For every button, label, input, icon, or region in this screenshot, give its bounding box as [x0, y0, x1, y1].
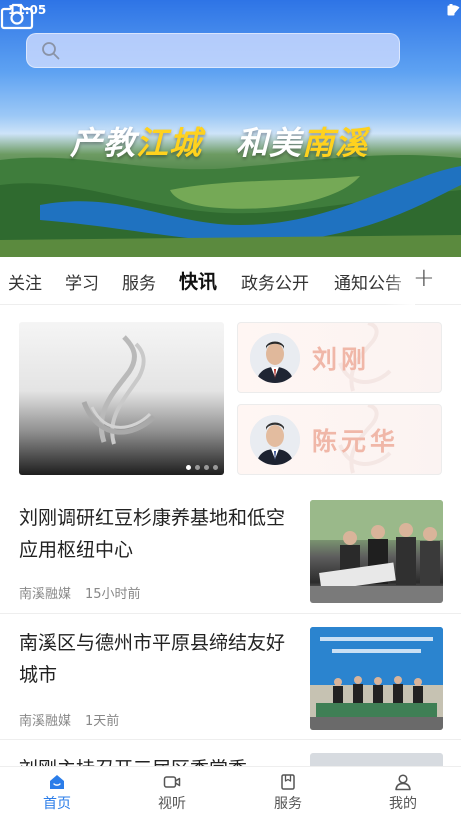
news-source: 南溪融媒	[19, 714, 72, 729]
nav-profile[interactable]: 我的	[363, 773, 443, 813]
news-thumbnail[interactable]	[310, 500, 443, 603]
nav-profile-label: 我的	[389, 796, 417, 812]
ribbon-logo-icon	[81, 335, 156, 445]
leader-section: 刘刚 陈元华	[0, 305, 461, 490]
nav-services[interactable]: 服务	[248, 773, 328, 813]
leader-name: 陈元华	[312, 427, 400, 456]
tab-zhengwu-gongkai[interactable]: 政务公开	[241, 269, 309, 294]
news-title[interactable]: 刘刚调研红豆杉康养基地和低空应用枢纽中心	[19, 502, 289, 566]
nav-home-label: 首页	[43, 796, 71, 812]
person-portrait-icon	[250, 415, 300, 465]
carousel-banner[interactable]	[19, 322, 224, 475]
news-source: 南溪融媒	[19, 587, 72, 602]
add-channel-icon[interactable]: +	[413, 263, 435, 293]
bookmark-icon	[281, 774, 295, 790]
video-icon	[163, 776, 181, 788]
news-thumbnail[interactable]	[310, 627, 443, 730]
news-photo-signing-ceremony	[310, 627, 443, 730]
tab-fade-overlay	[385, 257, 415, 305]
hero-slogan: 产教江城 和美南溪	[70, 118, 400, 168]
hero-banner[interactable]: 11:05 产教江城 和美南溪	[0, 0, 461, 257]
search-input[interactable]	[71, 38, 391, 64]
news-title[interactable]: 刘刚主持召开三届区委常委	[19, 753, 309, 766]
news-time: 1天前	[85, 714, 120, 729]
channel-tab-bar: 关注 学习 服务 快讯 政务公开 通知公告 +	[0, 257, 461, 305]
news-title[interactable]: 南溪区与德州市平原县缔结友好城市	[19, 627, 289, 691]
nav-video-label: 视听	[158, 796, 186, 812]
carousel-dot-active[interactable]	[186, 465, 191, 470]
news-thumbnail[interactable]	[310, 753, 443, 766]
leader-avatar	[250, 415, 300, 465]
news-photo-people	[310, 500, 443, 603]
search-bar[interactable]	[26, 33, 400, 68]
person-portrait-icon	[250, 333, 300, 383]
slogan-part-3: 和美	[236, 124, 303, 162]
news-meta: 南溪融媒 1天前	[19, 710, 119, 729]
home-icon	[50, 775, 64, 789]
news-item[interactable]: 南溪区与德州市平原县缔结友好城市 南溪融媒 1天前	[0, 615, 461, 740]
tab-guanzhu[interactable]: 关注	[8, 269, 42, 294]
leader-card-liu-gang[interactable]: 刘刚	[237, 322, 442, 393]
leader-avatar	[250, 333, 300, 383]
bottom-navigation: 首页 视听 服务 我的	[0, 766, 461, 821]
tab-xuexi[interactable]: 学习	[65, 269, 99, 294]
leader-card-chen-yuanhua[interactable]: 陈元华	[237, 404, 442, 475]
news-item[interactable]: 刘刚调研红豆杉康养基地和低空应用枢纽中心 南溪融媒 15小时前	[0, 490, 461, 614]
carousel-dot[interactable]	[204, 465, 209, 470]
nav-video[interactable]: 视听	[132, 773, 212, 813]
nav-home[interactable]: 首页	[17, 773, 97, 813]
slogan-part-4: 南溪	[302, 124, 369, 162]
carousel-dot[interactable]	[213, 465, 218, 470]
camera-icon[interactable]	[0, 0, 34, 32]
slogan-part-1: 产教	[70, 124, 137, 162]
search-icon	[42, 42, 60, 60]
status-bar: 11:05	[0, 0, 461, 22]
news-time: 15小时前	[85, 587, 141, 602]
leader-name: 刘刚	[312, 345, 371, 374]
news-item[interactable]: 刘刚主持召开三届区委常委	[0, 741, 461, 766]
news-meta: 南溪融媒 15小时前	[19, 583, 141, 602]
battery-icon	[447, 4, 455, 16]
tab-fuwu[interactable]: 服务	[122, 269, 156, 294]
carousel-dot[interactable]	[195, 465, 200, 470]
tab-kuaixun[interactable]: 快讯	[179, 267, 217, 294]
user-icon	[395, 774, 411, 791]
carousel-indicator	[186, 465, 218, 470]
nav-services-label: 服务	[274, 796, 302, 812]
slogan-part-2: 江城	[136, 124, 203, 162]
